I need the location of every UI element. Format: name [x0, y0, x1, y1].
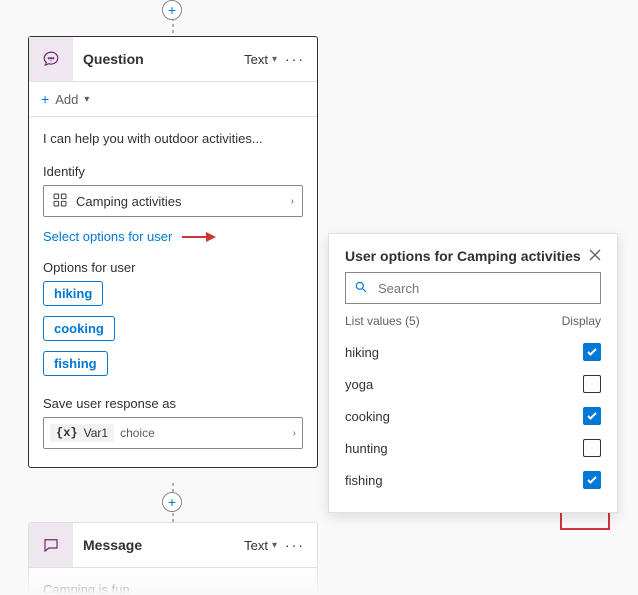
- display-column-label: Display: [562, 314, 601, 328]
- close-button[interactable]: [589, 248, 601, 264]
- chevron-right-icon: ›: [293, 428, 296, 439]
- search-box[interactable]: [345, 272, 601, 304]
- select-options-link[interactable]: Select options for user: [43, 229, 172, 244]
- close-icon: [589, 249, 601, 261]
- question-icon: [29, 37, 73, 81]
- display-checkbox[interactable]: [583, 439, 601, 457]
- save-variable-field[interactable]: {x} Var1 choice ›: [43, 417, 303, 449]
- message-icon: [29, 523, 73, 567]
- card-title: Question: [73, 51, 244, 67]
- more-menu-button[interactable]: ···: [283, 51, 307, 67]
- list-item: hunting: [345, 432, 601, 464]
- chevron-down-icon: ▾: [272, 54, 277, 65]
- list-item-label: hunting: [345, 441, 388, 456]
- annotation-arrow: [182, 234, 216, 240]
- plus-icon: +: [168, 3, 176, 17]
- identify-value: Camping activities: [76, 194, 182, 209]
- list-item: yoga: [345, 368, 601, 400]
- more-menu-button[interactable]: ···: [283, 537, 307, 553]
- user-options-popup: User options for Camping activities List…: [328, 233, 618, 513]
- message-card: Message Text ▾ ··· Camping is fun: [28, 522, 318, 595]
- list-item: cooking: [345, 400, 601, 432]
- card-header: Question Text ▾ ···: [29, 37, 317, 82]
- popup-title: User options for Camping activities: [345, 248, 581, 264]
- option-chip[interactable]: fishing: [43, 351, 108, 376]
- question-card: Question Text ▾ ··· + Add ▾ I can help y…: [28, 36, 318, 468]
- list-item-label: fishing: [345, 473, 383, 488]
- list-item: fishing: [345, 464, 601, 496]
- variable-pill: {x} Var1: [50, 424, 114, 442]
- variable-type: choice: [120, 426, 155, 440]
- identify-label: Identify: [43, 164, 303, 179]
- chevron-down-icon: ▾: [272, 540, 277, 551]
- plus-icon: +: [41, 92, 49, 106]
- add-row-button[interactable]: + Add ▾: [29, 82, 317, 117]
- card-header: Message Text ▾ ···: [29, 523, 317, 568]
- list-values-label: List values (5): [345, 314, 420, 328]
- add-node-top[interactable]: +: [162, 0, 182, 20]
- output-type-button[interactable]: Text ▾: [244, 52, 277, 67]
- identify-field[interactable]: Camping activities ›: [43, 185, 303, 217]
- options-label: Options for user: [43, 260, 303, 275]
- list-item: hiking: [345, 336, 601, 368]
- chevron-down-icon: ▾: [84, 94, 89, 105]
- card-title: Message: [73, 537, 244, 553]
- list-item-label: yoga: [345, 377, 373, 392]
- chevron-right-icon: ›: [291, 196, 294, 207]
- option-chip[interactable]: cooking: [43, 316, 115, 341]
- display-checkbox[interactable]: [583, 375, 601, 393]
- list-item-label: cooking: [345, 409, 390, 424]
- save-label: Save user response as: [43, 396, 303, 411]
- entity-icon: [52, 192, 68, 211]
- list-item-label: hiking: [345, 345, 379, 360]
- add-node-middle[interactable]: +: [162, 492, 182, 512]
- display-checkbox[interactable]: [583, 407, 601, 425]
- message-body: Camping is fun: [43, 582, 130, 595]
- display-checkbox[interactable]: [583, 471, 601, 489]
- search-input[interactable]: [376, 280, 592, 297]
- search-icon: [354, 280, 368, 297]
- output-type-button[interactable]: Text ▾: [244, 538, 277, 553]
- option-chip[interactable]: hiking: [43, 281, 103, 306]
- question-message: I can help you with outdoor activities..…: [43, 131, 303, 146]
- plus-icon: +: [168, 495, 176, 509]
- display-checkbox[interactable]: [583, 343, 601, 361]
